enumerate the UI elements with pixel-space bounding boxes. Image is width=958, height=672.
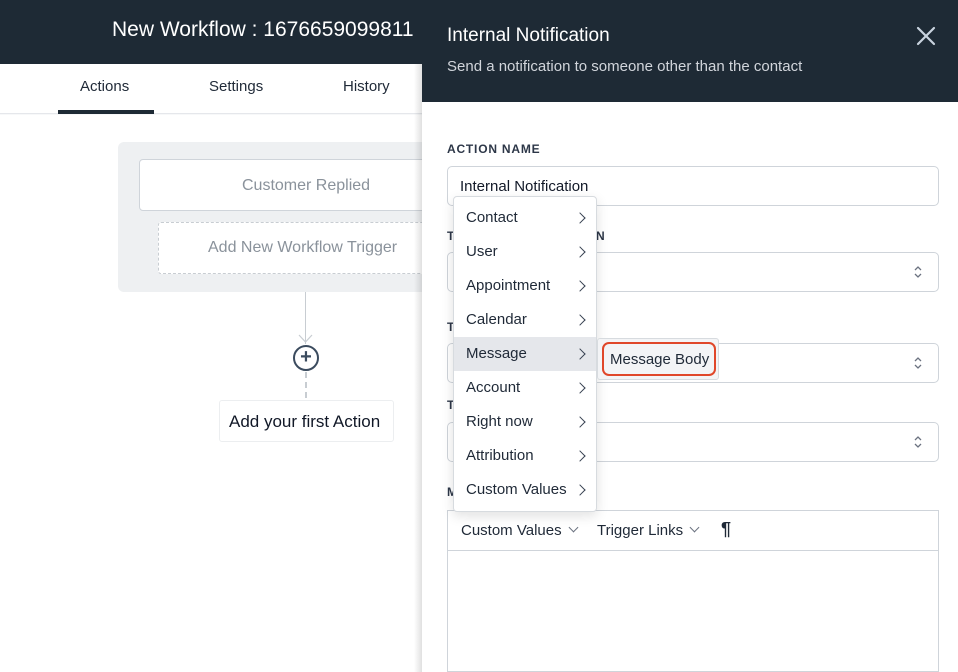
menu-item-label: Contact (466, 209, 518, 226)
menu-item-label: Custom Values (466, 481, 567, 498)
menu-item-appointment[interactable]: Appointment (454, 269, 596, 303)
menu-item-custom-values[interactable]: Custom Values (454, 473, 596, 507)
drawer-header (422, 0, 958, 102)
drawer-subtitle: Send a notification to someone other tha… (447, 58, 803, 75)
menu-item-message[interactable]: Message (454, 337, 596, 371)
menu-item-label: Right now (466, 413, 533, 430)
chevron-right-icon (574, 348, 586, 360)
connector-arrow-icon (298, 334, 313, 343)
trigger-links-label: Trigger Links (597, 522, 684, 539)
trigger-card-label: Customer Replied (242, 177, 371, 194)
select-updown-icon (914, 357, 922, 369)
dashed-connector (305, 372, 307, 398)
menu-item-label: Message (466, 345, 527, 362)
add-action-plus-button[interactable]: + (293, 345, 319, 371)
action-name-value: Internal Notification (460, 178, 589, 195)
menu-item-right-now[interactable]: Right now (454, 405, 596, 439)
menu-item-label: Attribution (466, 447, 534, 464)
active-tab-indicator (58, 110, 154, 114)
submenu-item-message-body[interactable]: Message Body (602, 342, 716, 376)
workflow-title: New Workflow : 1676659099811 (112, 18, 414, 41)
tab-actions[interactable]: Actions (80, 78, 129, 95)
custom-values-label: Custom Values (461, 522, 562, 539)
chevron-right-icon (574, 280, 586, 292)
menu-item-attribution[interactable]: Attribution (454, 439, 596, 473)
menu-item-label: User (466, 243, 498, 260)
chevron-right-icon (574, 382, 586, 394)
menu-item-label: Appointment (466, 277, 551, 294)
custom-values-dropdown[interactable]: Custom Values (461, 522, 579, 539)
tab-settings[interactable]: Settings (209, 78, 263, 95)
menu-item-account[interactable]: Account (454, 371, 596, 405)
chevron-right-icon (574, 484, 586, 496)
paragraph-icon[interactable]: ¶ (721, 519, 731, 540)
chevron-right-icon (574, 416, 586, 428)
close-icon[interactable] (914, 24, 938, 48)
menu-item-calendar[interactable]: Calendar (454, 303, 596, 337)
workflow-tabs: Actions Settings History (0, 64, 422, 114)
select-updown-icon (914, 266, 922, 278)
field-2-label-end: N (596, 229, 606, 243)
chevron-right-icon (574, 314, 586, 326)
add-first-action-button[interactable]: Add your first Action (219, 400, 394, 442)
menu-item-label: Account (466, 379, 521, 396)
drawer-title: Internal Notification (447, 25, 610, 46)
tab-history[interactable]: History (343, 78, 390, 95)
select-updown-icon (914, 436, 922, 448)
drawer-shadow (414, 64, 422, 672)
add-trigger-label: Add New Workflow Trigger (208, 239, 398, 256)
chevron-right-icon (574, 450, 586, 462)
menu-item-user[interactable]: User (454, 235, 596, 269)
menu-item-contact[interactable]: Contact (454, 201, 596, 235)
chevron-down-icon (689, 522, 700, 533)
action-name-label: ACTION NAME (447, 142, 541, 156)
trigger-links-dropdown[interactable]: Trigger Links (597, 522, 700, 539)
menu-item-label: Calendar (466, 311, 527, 328)
chevron-right-icon (574, 246, 586, 258)
chevron-down-icon (568, 522, 579, 533)
chevron-right-icon (574, 212, 586, 224)
